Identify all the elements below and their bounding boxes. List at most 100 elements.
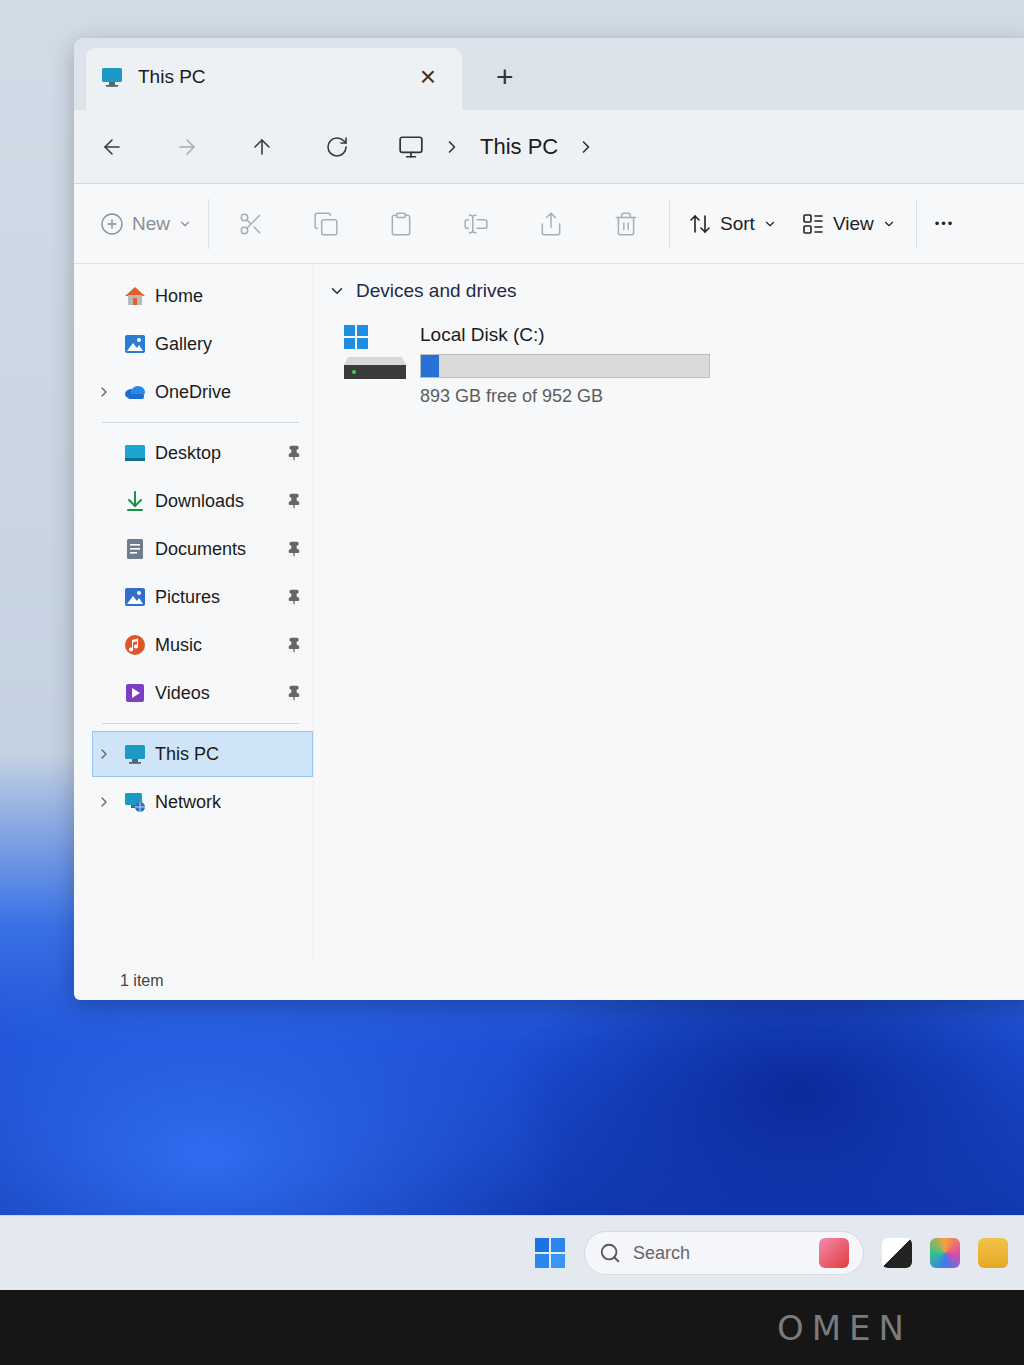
- drive-space: 893 GB free of 952 GB: [420, 386, 710, 407]
- folder-icon[interactable]: [978, 1238, 1008, 1268]
- sidebar-item[interactable]: Downloads: [92, 478, 313, 524]
- sidebar-item[interactable]: Home: [92, 273, 313, 319]
- breadcrumb[interactable]: This PC: [480, 134, 558, 160]
- expander[interactable]: [93, 794, 115, 810]
- explorer-body: Home Gallery OneDrive Desktop Downloads Docum…: [74, 264, 1024, 962]
- sort-button[interactable]: Sort: [676, 200, 789, 248]
- divider: [916, 199, 917, 249]
- sidebar-section: Desktop Downloads Documents Pictures Music Vi…: [92, 429, 313, 717]
- copy-button[interactable]: [288, 200, 363, 248]
- group-header[interactable]: Devices and drives: [328, 280, 1018, 302]
- pin-icon: [286, 589, 302, 605]
- sidebar-item[interactable]: OneDrive: [92, 369, 313, 415]
- screen: This PC × + This PC New SortView ••• Home Galler…: [0, 0, 1024, 1365]
- usage-fill: [421, 355, 439, 377]
- share-button[interactable]: [513, 200, 588, 248]
- music-note-icon: [123, 633, 147, 657]
- video-icon: [123, 681, 147, 705]
- drive-name: Local Disk (C:): [420, 324, 710, 346]
- divider: [208, 199, 209, 249]
- brand-logo: OMEN: [777, 1308, 912, 1348]
- arrow-up-icon: [250, 135, 274, 159]
- view-button[interactable]: View: [789, 200, 908, 248]
- rename-icon: [463, 211, 489, 237]
- close-tab-button[interactable]: ×: [412, 59, 444, 95]
- pin-slot: [286, 493, 304, 509]
- taskbar: Search: [0, 1215, 1024, 1290]
- document-icon: [123, 537, 147, 561]
- chevron-right-icon: [96, 794, 112, 810]
- pin-icon: [286, 541, 302, 557]
- chevron-down-icon: [763, 217, 777, 231]
- delete-button[interactable]: [588, 200, 663, 248]
- expander[interactable]: [93, 384, 115, 400]
- sidebar-section: This PC Network: [92, 730, 313, 826]
- sidebar-item[interactable]: Gallery: [92, 321, 313, 367]
- sidebar-label: This PC: [155, 744, 278, 765]
- sidebar-item[interactable]: Music: [92, 622, 313, 668]
- sidebar-label: Downloads: [155, 491, 278, 512]
- network-icon: [123, 790, 147, 814]
- new-button[interactable]: New: [88, 200, 204, 248]
- sidebar-item[interactable]: Videos: [92, 670, 313, 716]
- drive-info: Local Disk (C:) 893 GB free of 952 GB: [420, 320, 710, 407]
- cut-button[interactable]: [213, 200, 288, 248]
- chevron-down-icon: [328, 282, 346, 300]
- up-button[interactable]: [224, 123, 299, 171]
- drive-icon: [342, 320, 408, 386]
- sidebar-separator: [102, 422, 299, 423]
- search-icon: [599, 1242, 621, 1264]
- download-arrow-icon: [123, 489, 147, 513]
- scissors-icon: [238, 211, 264, 237]
- expander[interactable]: [93, 746, 115, 762]
- trash-icon: [613, 211, 639, 237]
- window-tab[interactable]: This PC ×: [86, 48, 462, 110]
- address-row: This PC: [74, 110, 1024, 184]
- sidebar-label: Music: [155, 635, 278, 656]
- pin-icon: [286, 493, 302, 509]
- new-tab-button[interactable]: +: [488, 58, 522, 96]
- paste-button[interactable]: [363, 200, 438, 248]
- desktop-icon: [123, 441, 147, 465]
- plus-circle-icon: [100, 212, 124, 236]
- forward-button[interactable]: [149, 123, 224, 171]
- usage-bar: [420, 354, 710, 378]
- more-button[interactable]: •••: [925, 210, 965, 237]
- chevron-right-icon: [96, 384, 112, 400]
- status-bar: 1 item: [74, 962, 1024, 1000]
- task-view-icon[interactable]: [882, 1238, 912, 1268]
- sidebar-item[interactable]: Network: [92, 779, 313, 825]
- tab-title: This PC: [138, 66, 398, 88]
- arrow-right-icon: [175, 135, 199, 159]
- windows-start-icon: [534, 1237, 566, 1269]
- refresh-icon: [325, 135, 349, 159]
- clipboard-icon: [388, 211, 414, 237]
- sidebar-label: Gallery: [155, 334, 278, 355]
- sidebar-item[interactable]: Desktop: [92, 430, 313, 476]
- gallery-icon: [123, 332, 147, 356]
- laptop-bezel: OMEN: [0, 1290, 1024, 1365]
- chevron-right-icon: [96, 746, 112, 762]
- drive-tile[interactable]: Local Disk (C:) 893 GB free of 952 GB: [328, 316, 718, 411]
- sidebar-label: Videos: [155, 683, 278, 704]
- chevron-down-icon: [178, 217, 192, 231]
- sidebar-label: Network: [155, 792, 278, 813]
- onedrive-cloud-icon: [123, 380, 147, 404]
- search-highlight-icon: [819, 1238, 849, 1268]
- monitor-icon: [398, 134, 424, 160]
- pin-slot: [286, 637, 304, 653]
- refresh-button[interactable]: [299, 123, 374, 171]
- back-button[interactable]: [74, 123, 149, 171]
- sidebar-item[interactable]: Pictures: [92, 574, 313, 620]
- sidebar-item[interactable]: Documents: [92, 526, 313, 572]
- taskbar-search[interactable]: Search: [584, 1231, 864, 1275]
- pin-slot: [286, 589, 304, 605]
- copilot-icon[interactable]: [930, 1238, 960, 1268]
- rename-button[interactable]: [438, 200, 513, 248]
- desktop: This PC × + This PC New SortView ••• Home Galler…: [0, 0, 1024, 1215]
- address-bar[interactable]: This PC: [388, 122, 1024, 172]
- chevron-right-icon: [442, 137, 462, 157]
- sidebar-label: Pictures: [155, 587, 278, 608]
- copy-icon: [313, 211, 339, 237]
- sidebar-item[interactable]: This PC: [92, 731, 313, 777]
